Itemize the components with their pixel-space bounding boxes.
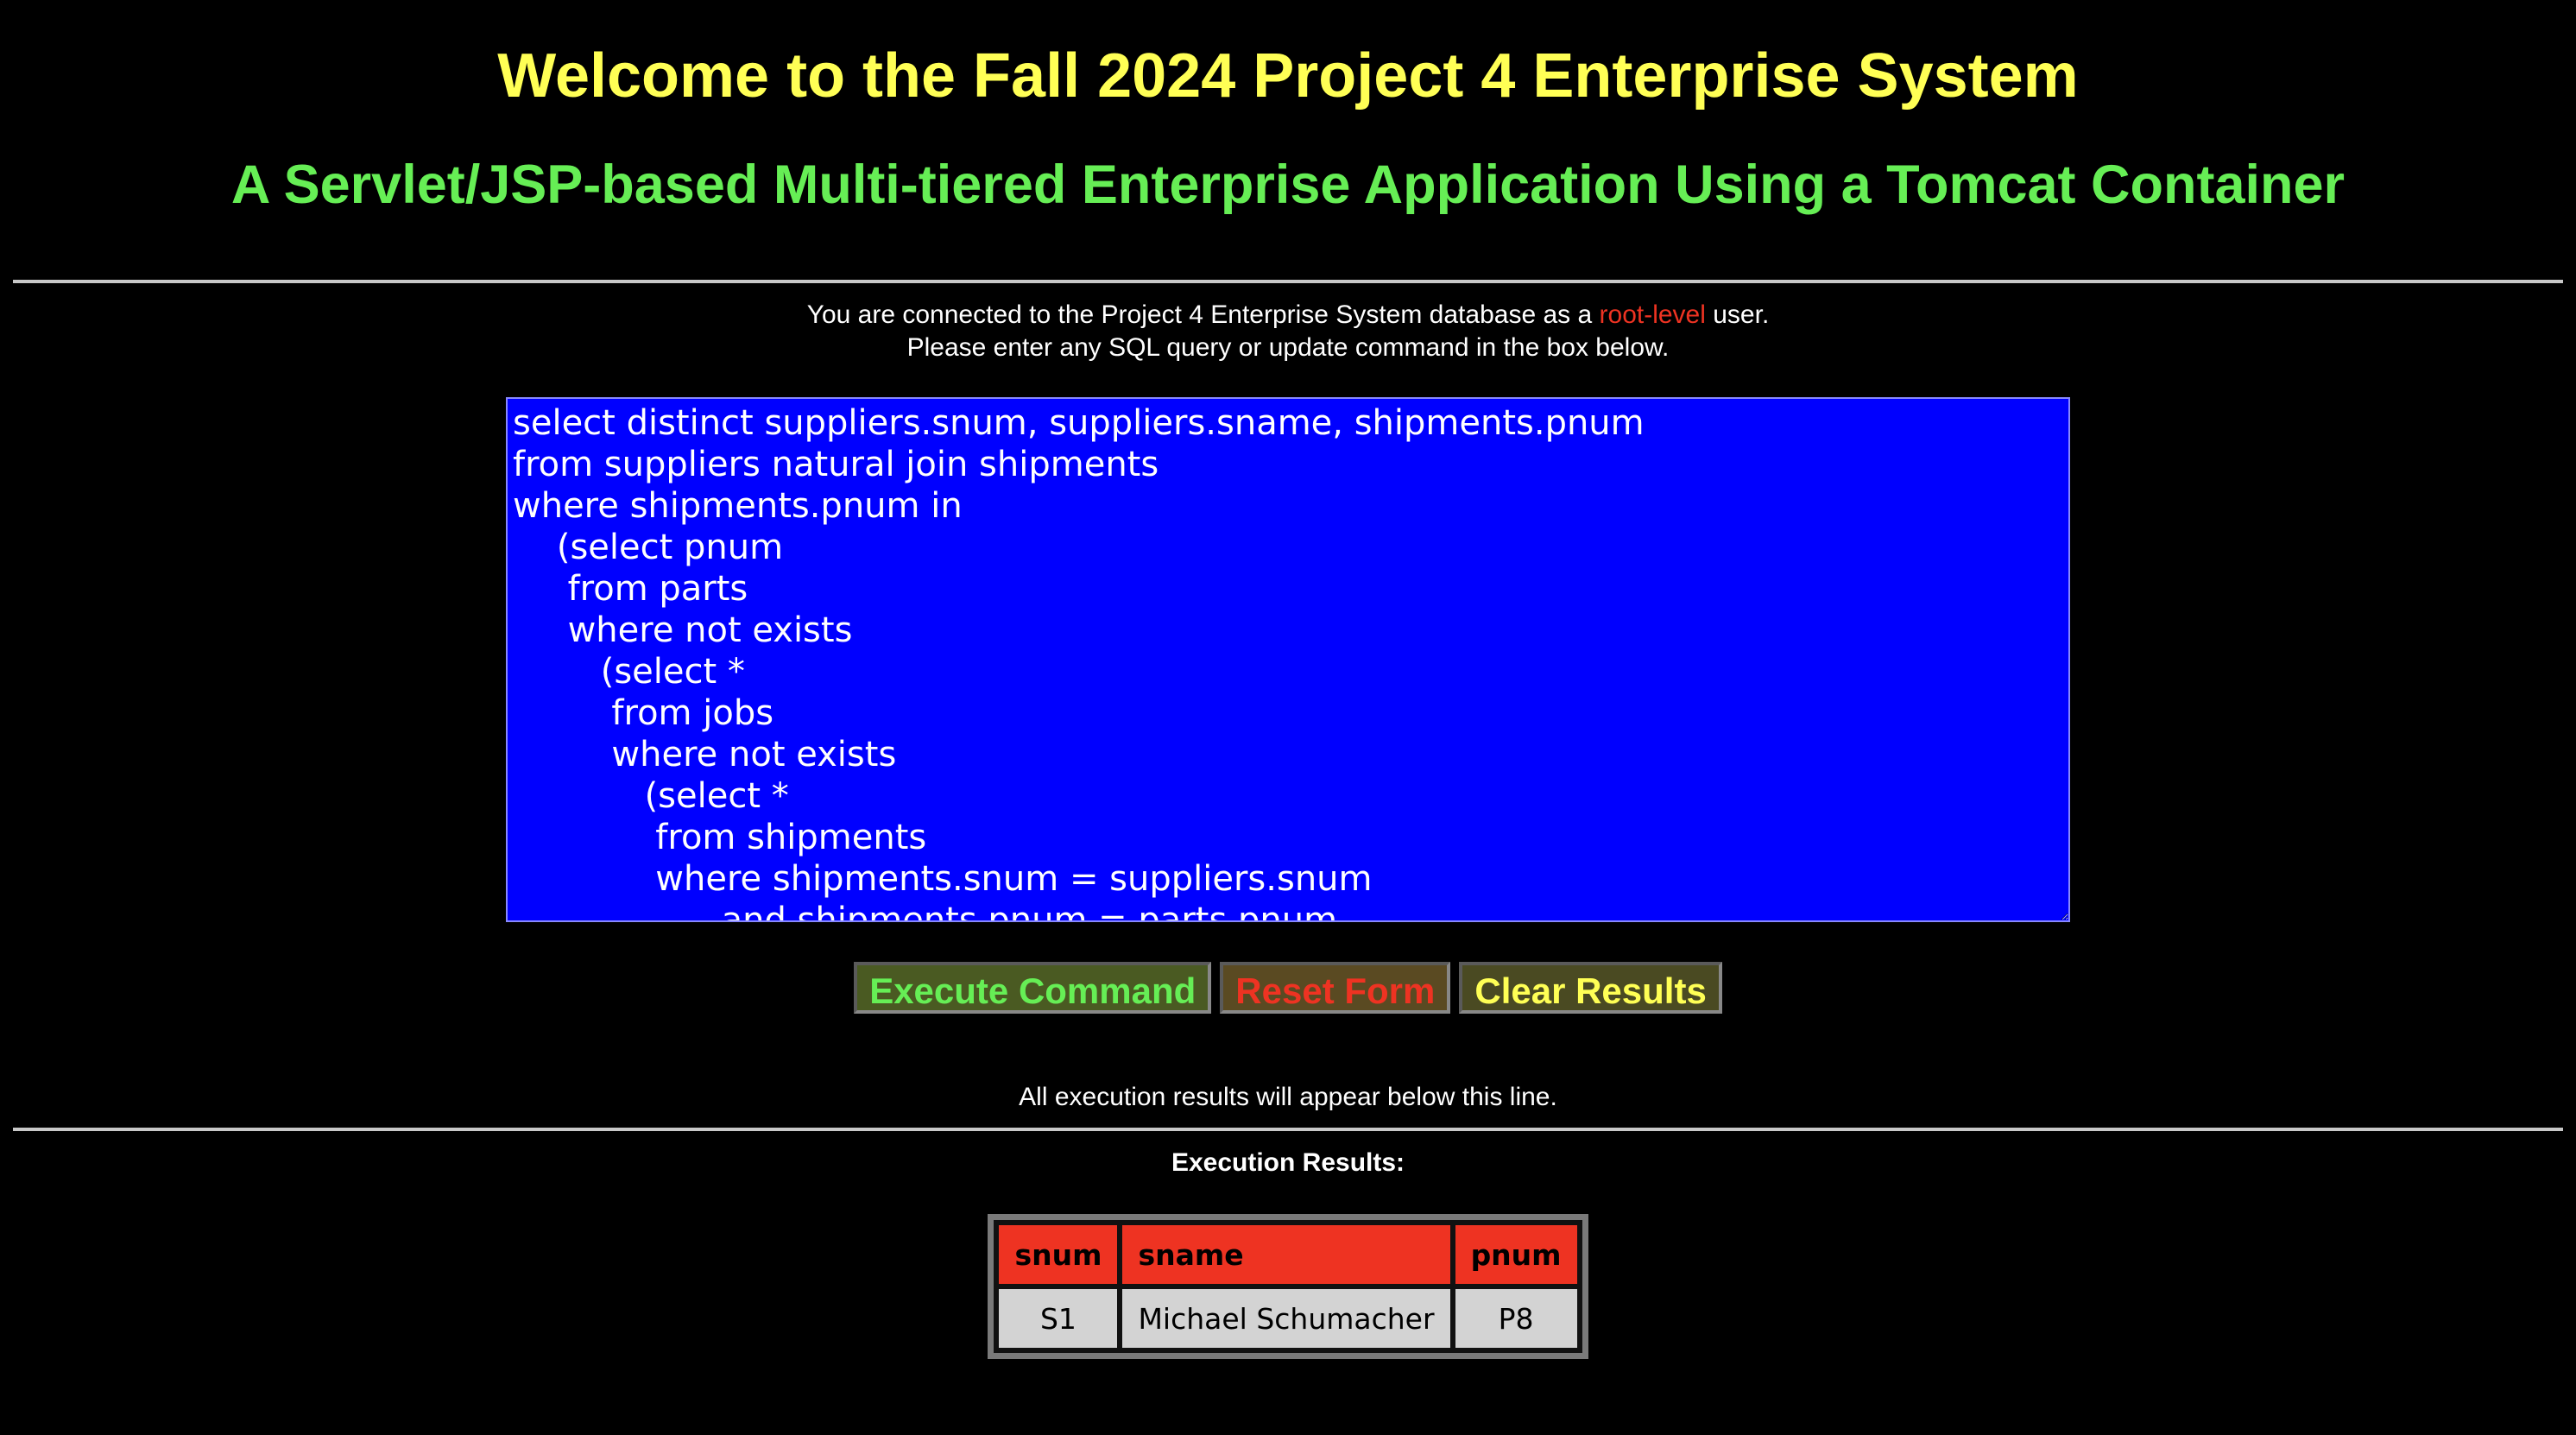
cell-pnum: P8	[1455, 1289, 1577, 1348]
execute-command-button[interactable]: Execute Command	[854, 962, 1212, 1014]
clear-results-button[interactable]: Clear Results	[1459, 962, 1722, 1014]
top-divider	[13, 280, 2563, 283]
column-header-sname: sname	[1122, 1225, 1450, 1284]
editor-container	[13, 397, 2563, 922]
page: Welcome to the Fall 2024 Project 4 Enter…	[0, 0, 2576, 1435]
results-note: All execution results will appear below …	[1019, 1083, 1557, 1111]
connection-text-suffix: user.	[1705, 300, 1770, 329]
results-table: snum sname pnum S1 Michael Schumacher P8	[988, 1214, 1588, 1359]
page-title: Welcome to the Fall 2024 Project 4 Enter…	[497, 41, 2079, 111]
sql-command-input[interactable]	[506, 397, 2070, 922]
results-table-container: snum sname pnum S1 Michael Schumacher P8	[13, 1214, 2563, 1359]
connection-info: You are connected to the Project 4 Enter…	[13, 299, 2563, 364]
cell-sname: Michael Schumacher	[1122, 1289, 1450, 1348]
reset-form-button[interactable]: Reset Form	[1220, 962, 1451, 1014]
column-header-pnum: pnum	[1455, 1225, 1577, 1284]
button-bar: Execute Command Reset Form Clear Results	[13, 962, 2563, 1014]
user-level-label: root-level	[1599, 300, 1706, 329]
column-header-snum: snum	[999, 1225, 1118, 1284]
results-divider	[13, 1128, 2563, 1131]
results-heading: Execution Results:	[1171, 1148, 1405, 1177]
cell-snum: S1	[999, 1289, 1118, 1348]
table-header-row: snum sname pnum	[999, 1225, 1577, 1284]
page-subtitle: A Servlet/JSP-based Multi-tiered Enterpr…	[230, 155, 2346, 215]
connection-text-prefix: You are connected to the Project 4 Enter…	[806, 300, 1600, 329]
table-row: S1 Michael Schumacher P8	[999, 1289, 1577, 1348]
instruction-text: Please enter any SQL query or update com…	[906, 333, 1670, 362]
